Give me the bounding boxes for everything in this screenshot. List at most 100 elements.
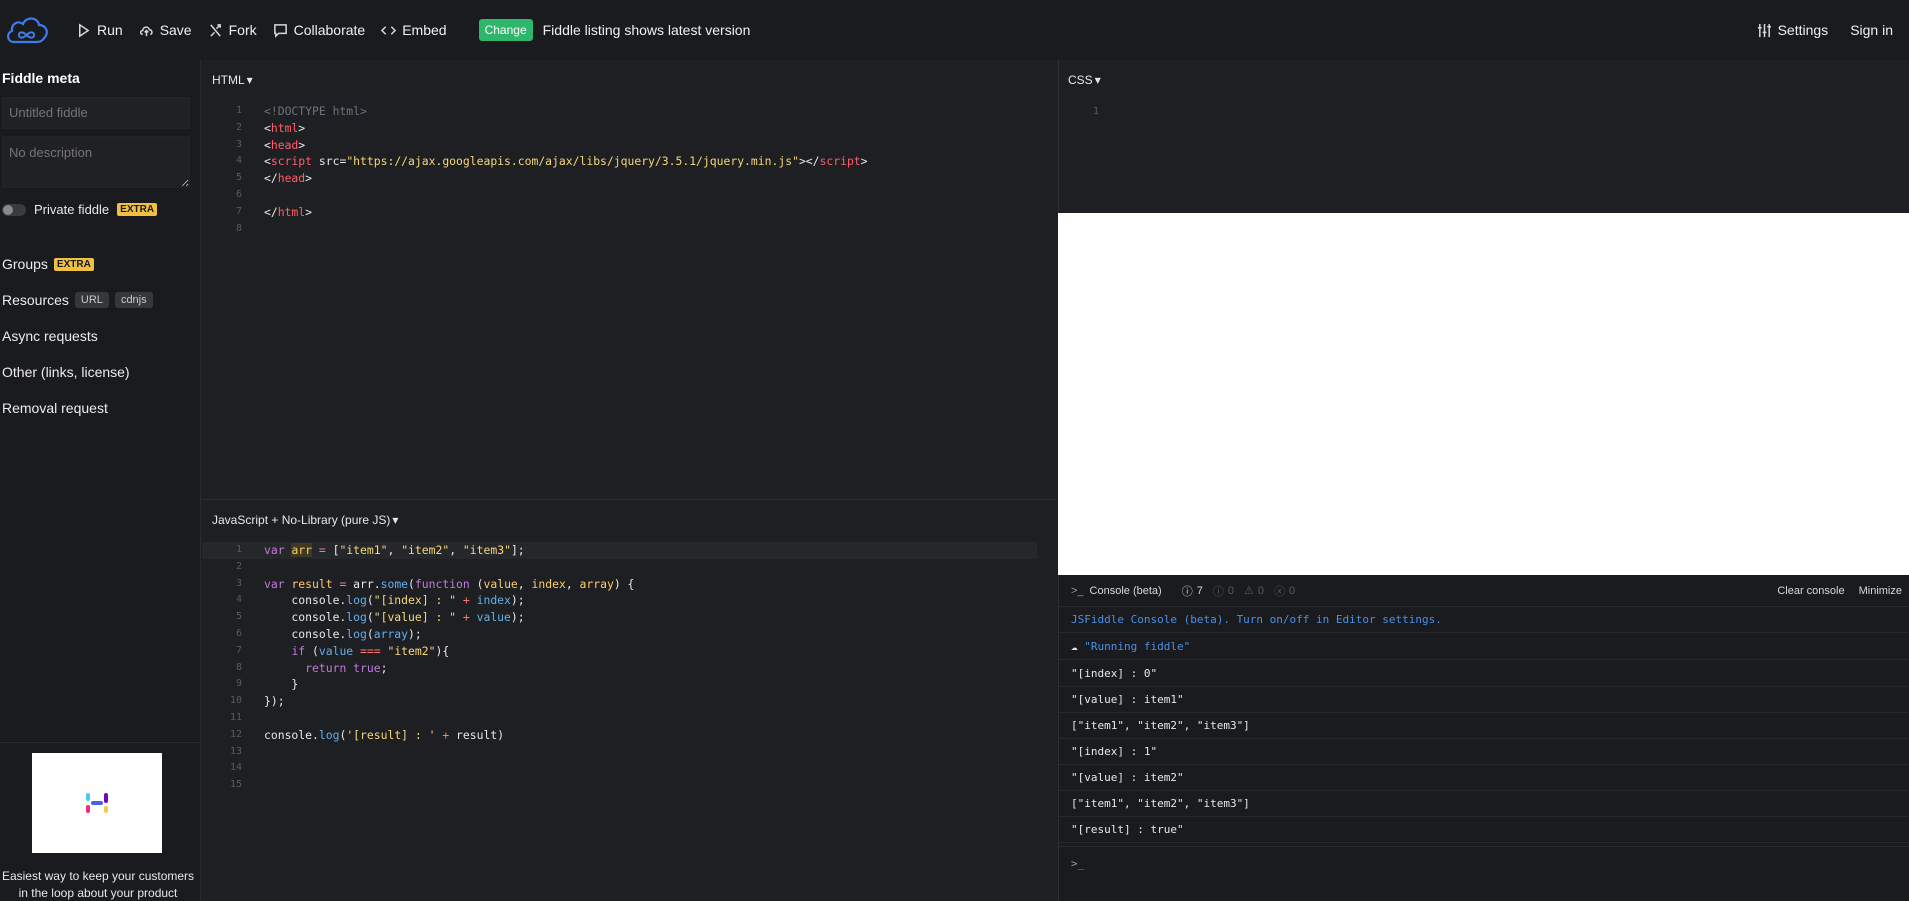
warning-icon: ⚠ — [1243, 585, 1254, 597]
html-editor-panel[interactable]: HTML ▾ 1 <!DOCTYPE html> 2 <html> 3 <head> … — [202, 60, 1057, 498]
info-icon: ⓘ — [1212, 585, 1224, 598]
ad-logo-icon — [86, 793, 108, 813]
code-line: 1 — [1092, 106, 1099, 117]
dropdown-icon: ▾ — [1094, 73, 1101, 87]
console-log-row: "[value] : item2" — [1059, 765, 1909, 791]
sign-in-label: Sign in — [1850, 22, 1893, 38]
console-info-line: JSFiddle Console (beta). Turn on/off in … — [1059, 607, 1909, 633]
console-log-row: ["item1", "item2", "item3"] — [1059, 791, 1909, 817]
save-label: Save — [159, 22, 192, 38]
css-panel-label[interactable]: CSS ▾ — [1068, 73, 1101, 87]
extra-badge: EXTRA — [117, 203, 158, 216]
private-fiddle-row: Private fiddle EXTRA — [2, 202, 158, 217]
save-button[interactable]: Save — [131, 15, 200, 45]
code-line: 4 console.log("[index] : " + index); — [235, 593, 525, 608]
code-line: 11 — [229, 711, 242, 723]
other-label: Other (links, license) — [2, 364, 130, 380]
code-line: 2 — [235, 560, 242, 572]
clear-console-button[interactable]: Clear console — [1777, 585, 1844, 597]
sidebar-item-resources[interactable]: Resources URL cdnjs — [2, 292, 153, 308]
fork-button[interactable]: Fork — [200, 15, 265, 45]
code-line: 1 <!DOCTYPE html> — [235, 104, 367, 118]
chat-bubble-icon — [273, 23, 287, 38]
change-badge-button[interactable]: Change — [478, 19, 533, 41]
log-count[interactable]: ⓘ 7 — [1182, 583, 1203, 599]
js-editor-panel[interactable]: JavaScript + No-Library (pure JS) ▾ 1 var… — [202, 499, 1057, 901]
css-editor-panel[interactable]: CSS ▾ 1 — [1058, 60, 1909, 213]
embed-button[interactable]: Embed — [373, 15, 454, 45]
version-notice: Fiddle listing shows latest version — [542, 22, 751, 38]
private-fiddle-label: Private fiddle — [34, 202, 110, 217]
code-line: 12 console.log('[result] : ' + result) — [229, 727, 505, 742]
js-panel-label[interactable]: JavaScript + No-Library (pure JS) ▾ — [212, 513, 398, 527]
sliders-icon — [1757, 23, 1771, 37]
log-icon: ⓘ — [1181, 585, 1193, 598]
console-header: >_ Console (beta) ⓘ 7 ⓘ 0 ⚠ 0 ⓧ 0 Clear cons… — [1059, 575, 1909, 607]
console-panel: >_ Console (beta) ⓘ 7 ⓘ 0 ⚠ 0 ⓧ 0 Clear cons… — [1058, 575, 1909, 901]
code-line: 9 } — [235, 677, 299, 692]
code-line: 14 — [229, 762, 242, 774]
code-line: 3 <head> — [235, 137, 306, 152]
private-toggle[interactable] — [2, 203, 26, 216]
top-bar: Run Save Fork Collaborate Embed Change F… — [0, 0, 1909, 60]
console-title-label: Console (beta) — [1089, 584, 1162, 597]
console-log-row: "[index] : 0" — [1059, 661, 1909, 687]
jsfiddle-logo-icon[interactable] — [2, 10, 52, 50]
warn-count[interactable]: ⚠ 0 — [1243, 584, 1264, 598]
code-line: 7 if (value === "item2"){ — [235, 643, 450, 658]
error-icon: ⓧ — [1273, 585, 1285, 598]
console-title: >_ Console (beta) — [1071, 585, 1162, 597]
error-count-value: 0 — [1288, 584, 1296, 597]
code-line: 2 <html> — [235, 120, 306, 135]
html-code[interactable]: 1 <!DOCTYPE html> 2 <html> 3 <head> 4 <scrip… — [202, 103, 1057, 237]
code-line: 5 console.log("[value] : " + value); — [235, 610, 525, 625]
js-code[interactable]: 1 var arr = ["item1", "item2", "item3"]; … — [202, 542, 1037, 794]
cdnjs-tag[interactable]: cdnjs — [114, 292, 153, 308]
embed-label: Embed — [402, 22, 447, 38]
minimize-console-button[interactable]: Minimize — [1859, 585, 1902, 597]
html-panel-label[interactable]: HTML ▾ — [212, 73, 253, 87]
collaborate-button[interactable]: Collaborate — [265, 15, 374, 45]
sidebar-item-removal[interactable]: Removal request — [2, 400, 108, 416]
fiddle-description-input[interactable] — [2, 136, 190, 188]
sign-in-button[interactable]: Sign in — [1842, 15, 1901, 45]
running-text: "Running fiddle" — [1084, 640, 1191, 653]
code-line: 6 — [235, 188, 242, 200]
ad-banner[interactable] — [32, 753, 162, 853]
code-line: 7 </html> — [235, 204, 313, 219]
error-count[interactable]: ⓧ 0 — [1274, 583, 1295, 599]
log-count-value: 7 — [1196, 584, 1203, 597]
js-label: JavaScript + No-Library (pure JS) — [212, 513, 391, 527]
run-button[interactable]: Run — [68, 15, 131, 45]
console-log-row: "[result] : true" — [1059, 817, 1909, 843]
console-input[interactable]: >_ — [1059, 846, 1909, 880]
dropdown-icon: ▾ — [392, 513, 399, 527]
code-line: 13 — [229, 745, 242, 757]
warn-count-value: 0 — [1257, 584, 1264, 597]
console-running-line: ☁ "Running fiddle" — [1059, 634, 1909, 660]
sidebar-item-async[interactable]: Async requests — [2, 328, 98, 344]
extra-badge: EXTRA — [53, 257, 94, 271]
sidebar-item-other[interactable]: Other (links, license) — [2, 364, 130, 380]
fork-icon — [209, 23, 221, 37]
info-count[interactable]: ⓘ 0 — [1213, 583, 1234, 599]
fiddle-name-input[interactable] — [2, 97, 190, 129]
code-line: 3 var result = arr.some(function (value, … — [235, 576, 635, 591]
cloud-icon: ☁ — [1071, 640, 1078, 653]
dropdown-icon: ▾ — [246, 73, 253, 87]
code-line: 8 — [235, 222, 242, 234]
settings-button[interactable]: Settings — [1749, 15, 1837, 45]
sidebar-item-groups[interactable]: Groups EXTRA — [2, 256, 94, 272]
sidebar: Fiddle meta Private fiddle EXTRA Groups … — [0, 60, 201, 901]
ad-text[interactable]: Easiest way to keep your customers in th… — [0, 868, 196, 901]
code-line: 15 — [229, 779, 242, 791]
code-line: 6 console.log(array); — [235, 626, 422, 641]
result-iframe[interactable] — [1058, 213, 1909, 575]
groups-label: Groups — [2, 256, 48, 272]
fork-label: Fork — [228, 22, 257, 38]
css-code[interactable]: 1 — [1059, 104, 1909, 121]
run-label: Run — [97, 22, 123, 38]
url-tag[interactable]: URL — [74, 292, 109, 308]
cloud-upload-icon — [139, 25, 153, 36]
removal-label: Removal request — [2, 400, 108, 416]
